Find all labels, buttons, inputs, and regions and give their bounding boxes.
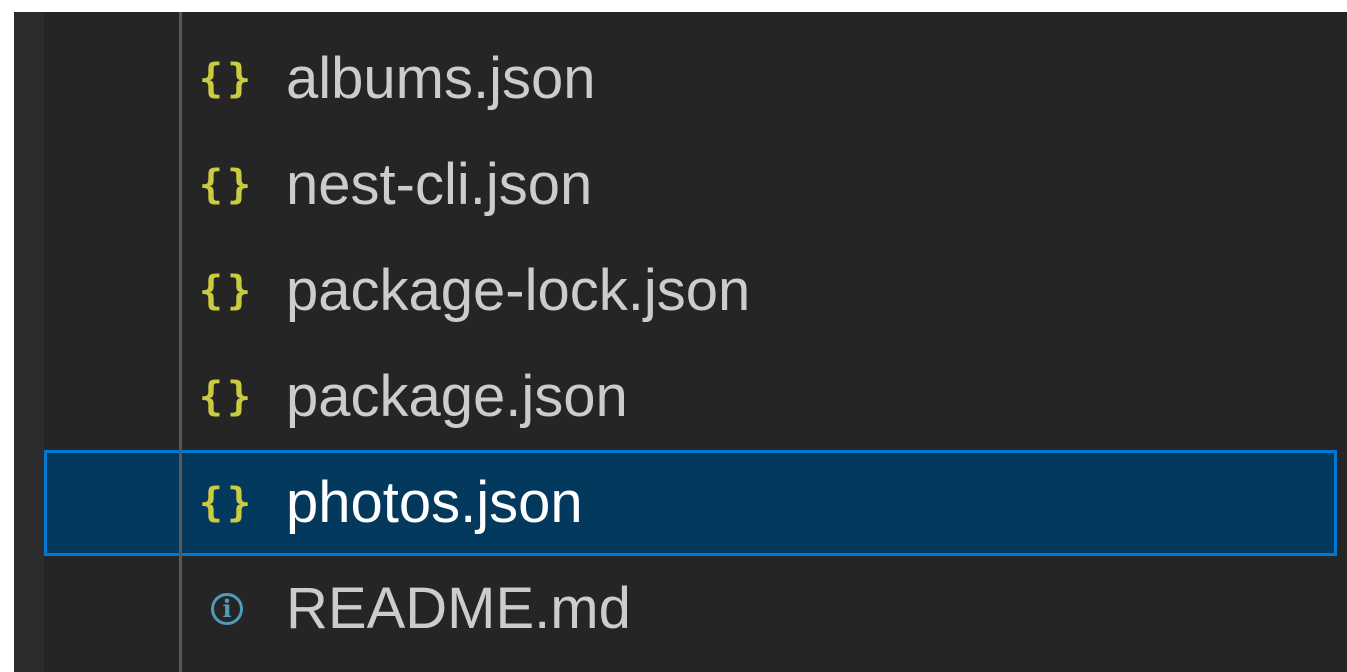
file-item-label: albums.json — [286, 46, 596, 111]
json-file-icon: {} — [198, 475, 256, 531]
file-explorer: {} albums.json {} nest-cli.json {} packa… — [14, 12, 1347, 672]
json-braces-glyph: {} — [198, 374, 256, 420]
file-item-label: README.md — [286, 576, 631, 641]
file-item-readme-md[interactable]: i README.md — [14, 556, 1347, 662]
json-braces-glyph: {} — [198, 56, 256, 102]
json-braces-glyph: {} — [198, 268, 256, 314]
json-braces-glyph: {} — [198, 480, 256, 526]
file-item-label: package.json — [286, 364, 628, 429]
info-circle: i — [211, 593, 243, 625]
json-file-icon: {} — [198, 157, 256, 213]
file-item-nest-cli-json[interactable]: {} nest-cli.json — [14, 132, 1347, 238]
indent-guide — [179, 12, 182, 672]
file-item-albums-json[interactable]: {} albums.json — [14, 26, 1347, 132]
info-icon: i — [202, 581, 252, 637]
json-file-icon: {} — [198, 369, 256, 425]
file-item-label: package-lock.json — [286, 258, 751, 323]
json-file-icon: {} — [198, 51, 256, 107]
json-file-icon: {} — [198, 263, 256, 319]
file-item-label: nest-cli.json — [286, 152, 593, 217]
json-braces-glyph: {} — [198, 162, 256, 208]
file-item-photos-json[interactable]: {} photos.json — [44, 450, 1337, 556]
file-item-package-lock-json[interactable]: {} package-lock.json — [14, 238, 1347, 344]
info-glyph: i — [222, 594, 232, 623]
file-list: {} albums.json {} nest-cli.json {} packa… — [14, 26, 1347, 662]
file-item-label: photos.json — [286, 470, 583, 535]
file-item-package-json[interactable]: {} package.json — [14, 344, 1347, 450]
